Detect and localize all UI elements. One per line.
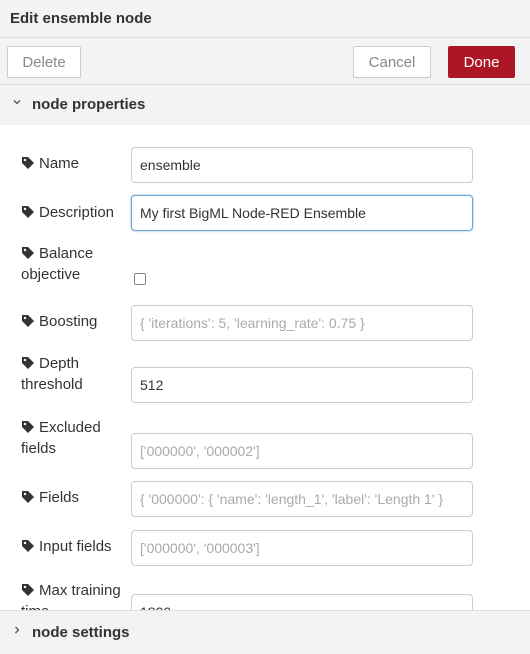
- input-fields-label: Input fields: [21, 536, 126, 557]
- done-button[interactable]: Done: [448, 46, 515, 78]
- cancel-button[interactable]: Cancel: [353, 46, 431, 78]
- fields-input[interactable]: { '000000': { 'name': 'length_1', 'label…: [131, 481, 473, 517]
- balance-objective-label: Balance objective: [21, 243, 126, 285]
- description-label-text: Description: [39, 204, 115, 221]
- tag-icon: [22, 421, 34, 434]
- input-fields-label-text: Input fields: [39, 538, 112, 555]
- name-label-text: Name: [39, 155, 80, 172]
- description-label: Description: [21, 202, 126, 223]
- node-settings-header[interactable]: node settings: [0, 610, 530, 654]
- tag-icon: [22, 157, 34, 170]
- max-training-time-label-line2: time: [21, 603, 49, 610]
- max-training-time-label: Max training time: [21, 580, 126, 610]
- depth-threshold-label-line1: Depth: [39, 355, 80, 372]
- fields-label-text: Fields: [39, 489, 80, 506]
- balance-objective-checkbox[interactable]: [134, 273, 146, 285]
- max-training-time-input[interactable]: 1800: [131, 594, 473, 610]
- excluded-fields-label-line2: fields: [21, 440, 57, 457]
- tag-icon: [22, 584, 34, 597]
- tag-icon: [22, 540, 34, 553]
- balance-objective-label-line2: objective: [21, 266, 81, 283]
- depth-threshold-label: Depth threshold: [21, 353, 126, 395]
- excluded-fields-label: Excluded fields: [21, 417, 126, 459]
- dialog-title-bar: Edit ensemble node: [0, 0, 530, 38]
- description-input[interactable]: My first BigML Node-RED Ensemble: [131, 195, 473, 231]
- node-properties-form[interactable]: Name ensemble Description My first BigML…: [0, 125, 530, 610]
- depth-threshold-label-line2: threshold: [21, 376, 83, 393]
- excluded-fields-label-line1: Excluded: [39, 419, 101, 436]
- boosting-label-text: Boosting: [39, 313, 98, 330]
- fields-label: Fields: [21, 487, 126, 508]
- chevron-right-icon: [12, 624, 22, 638]
- name-label: Name: [21, 153, 126, 174]
- balance-objective-label-line1: Balance: [39, 245, 94, 262]
- boosting-label: Boosting: [21, 311, 126, 332]
- node-settings-label: node settings: [32, 624, 130, 641]
- input-fields-input[interactable]: ['000000', '000003']: [131, 530, 473, 566]
- tag-icon: [22, 357, 34, 370]
- dialog-title: Edit ensemble node: [10, 10, 152, 27]
- name-input[interactable]: ensemble: [131, 147, 473, 183]
- node-properties-label: node properties: [32, 96, 146, 113]
- node-properties-header[interactable]: node properties: [0, 85, 530, 125]
- tag-icon: [22, 315, 34, 328]
- tag-icon: [22, 247, 34, 260]
- depth-threshold-input[interactable]: 512: [131, 367, 473, 403]
- chevron-down-icon: [12, 96, 22, 110]
- dialog-toolbar: Delete Cancel Done: [0, 38, 530, 85]
- tag-icon: [22, 491, 34, 504]
- tag-icon: [22, 206, 34, 219]
- boosting-input[interactable]: { 'iterations': 5, 'learning_rate': 0.75…: [131, 305, 473, 341]
- delete-button[interactable]: Delete: [7, 46, 81, 78]
- excluded-fields-input[interactable]: ['000000', '000002']: [131, 433, 473, 469]
- max-training-time-label-line1: Max training: [39, 582, 121, 599]
